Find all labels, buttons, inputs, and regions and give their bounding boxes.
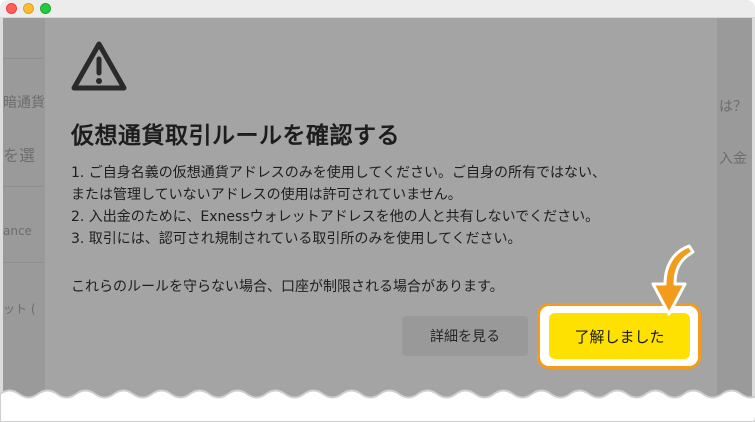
app-window: 暗通貨 を選 ance ット ( は？ 入金 仮想通貨取引ルールを確認する 1.… bbox=[0, 0, 755, 422]
dialog-title: 仮想通貨取引ルールを確認する bbox=[71, 123, 400, 149]
rule-item: 3. 取引には、認可され規制されている取引所のみを使用してください。 bbox=[71, 231, 522, 247]
rule-item: 1. ご自身名義の仮想通貨アドレスのみを使用してください。ご自身の所有ではない、 bbox=[71, 165, 606, 181]
restriction-note: これらのルールを守らない場合、口座が制限される場合があります。 bbox=[71, 279, 504, 295]
dimmed-page-background: 暗通貨 を選 ance ット ( は？ 入金 仮想通貨取引ルールを確認する 1.… bbox=[0, 18, 755, 422]
crypto-rules-dialog: 仮想通貨取引ルールを確認する 1. ご自身名義の仮想通貨アドレスのみを使用してく… bbox=[45, 18, 717, 398]
background-text: 入金 bbox=[719, 151, 747, 167]
background-divider bbox=[3, 58, 43, 59]
background-text: ット ( bbox=[3, 302, 36, 316]
warning-triangle-icon bbox=[71, 41, 127, 91]
pointer-arrow-icon bbox=[651, 244, 695, 316]
minimize-window-button[interactable] bbox=[23, 3, 34, 14]
background-divider bbox=[3, 262, 43, 263]
close-window-button[interactable] bbox=[6, 3, 17, 14]
rule-item: 2. 入出金のために、Exnessウォレットアドレスを他の人と共有しないでくださ… bbox=[71, 209, 600, 225]
torn-edge-decoration bbox=[0, 389, 755, 422]
background-text: ance bbox=[3, 224, 32, 238]
background-text: 暗通貨 bbox=[3, 95, 45, 111]
rule-item: または管理していないアドレスの使用は許可されていません。 bbox=[71, 187, 462, 203]
details-button[interactable]: 詳細を見る bbox=[402, 316, 528, 356]
rules-list: 1. ご自身名義の仮想通貨アドレスのみを使用してください。ご自身の所有ではない、… bbox=[71, 162, 691, 250]
background-divider bbox=[3, 186, 43, 187]
title-bar bbox=[0, 0, 755, 18]
background-text: を選 bbox=[3, 146, 36, 165]
background-text: は？ bbox=[719, 99, 747, 115]
maximize-window-button[interactable] bbox=[40, 3, 51, 14]
